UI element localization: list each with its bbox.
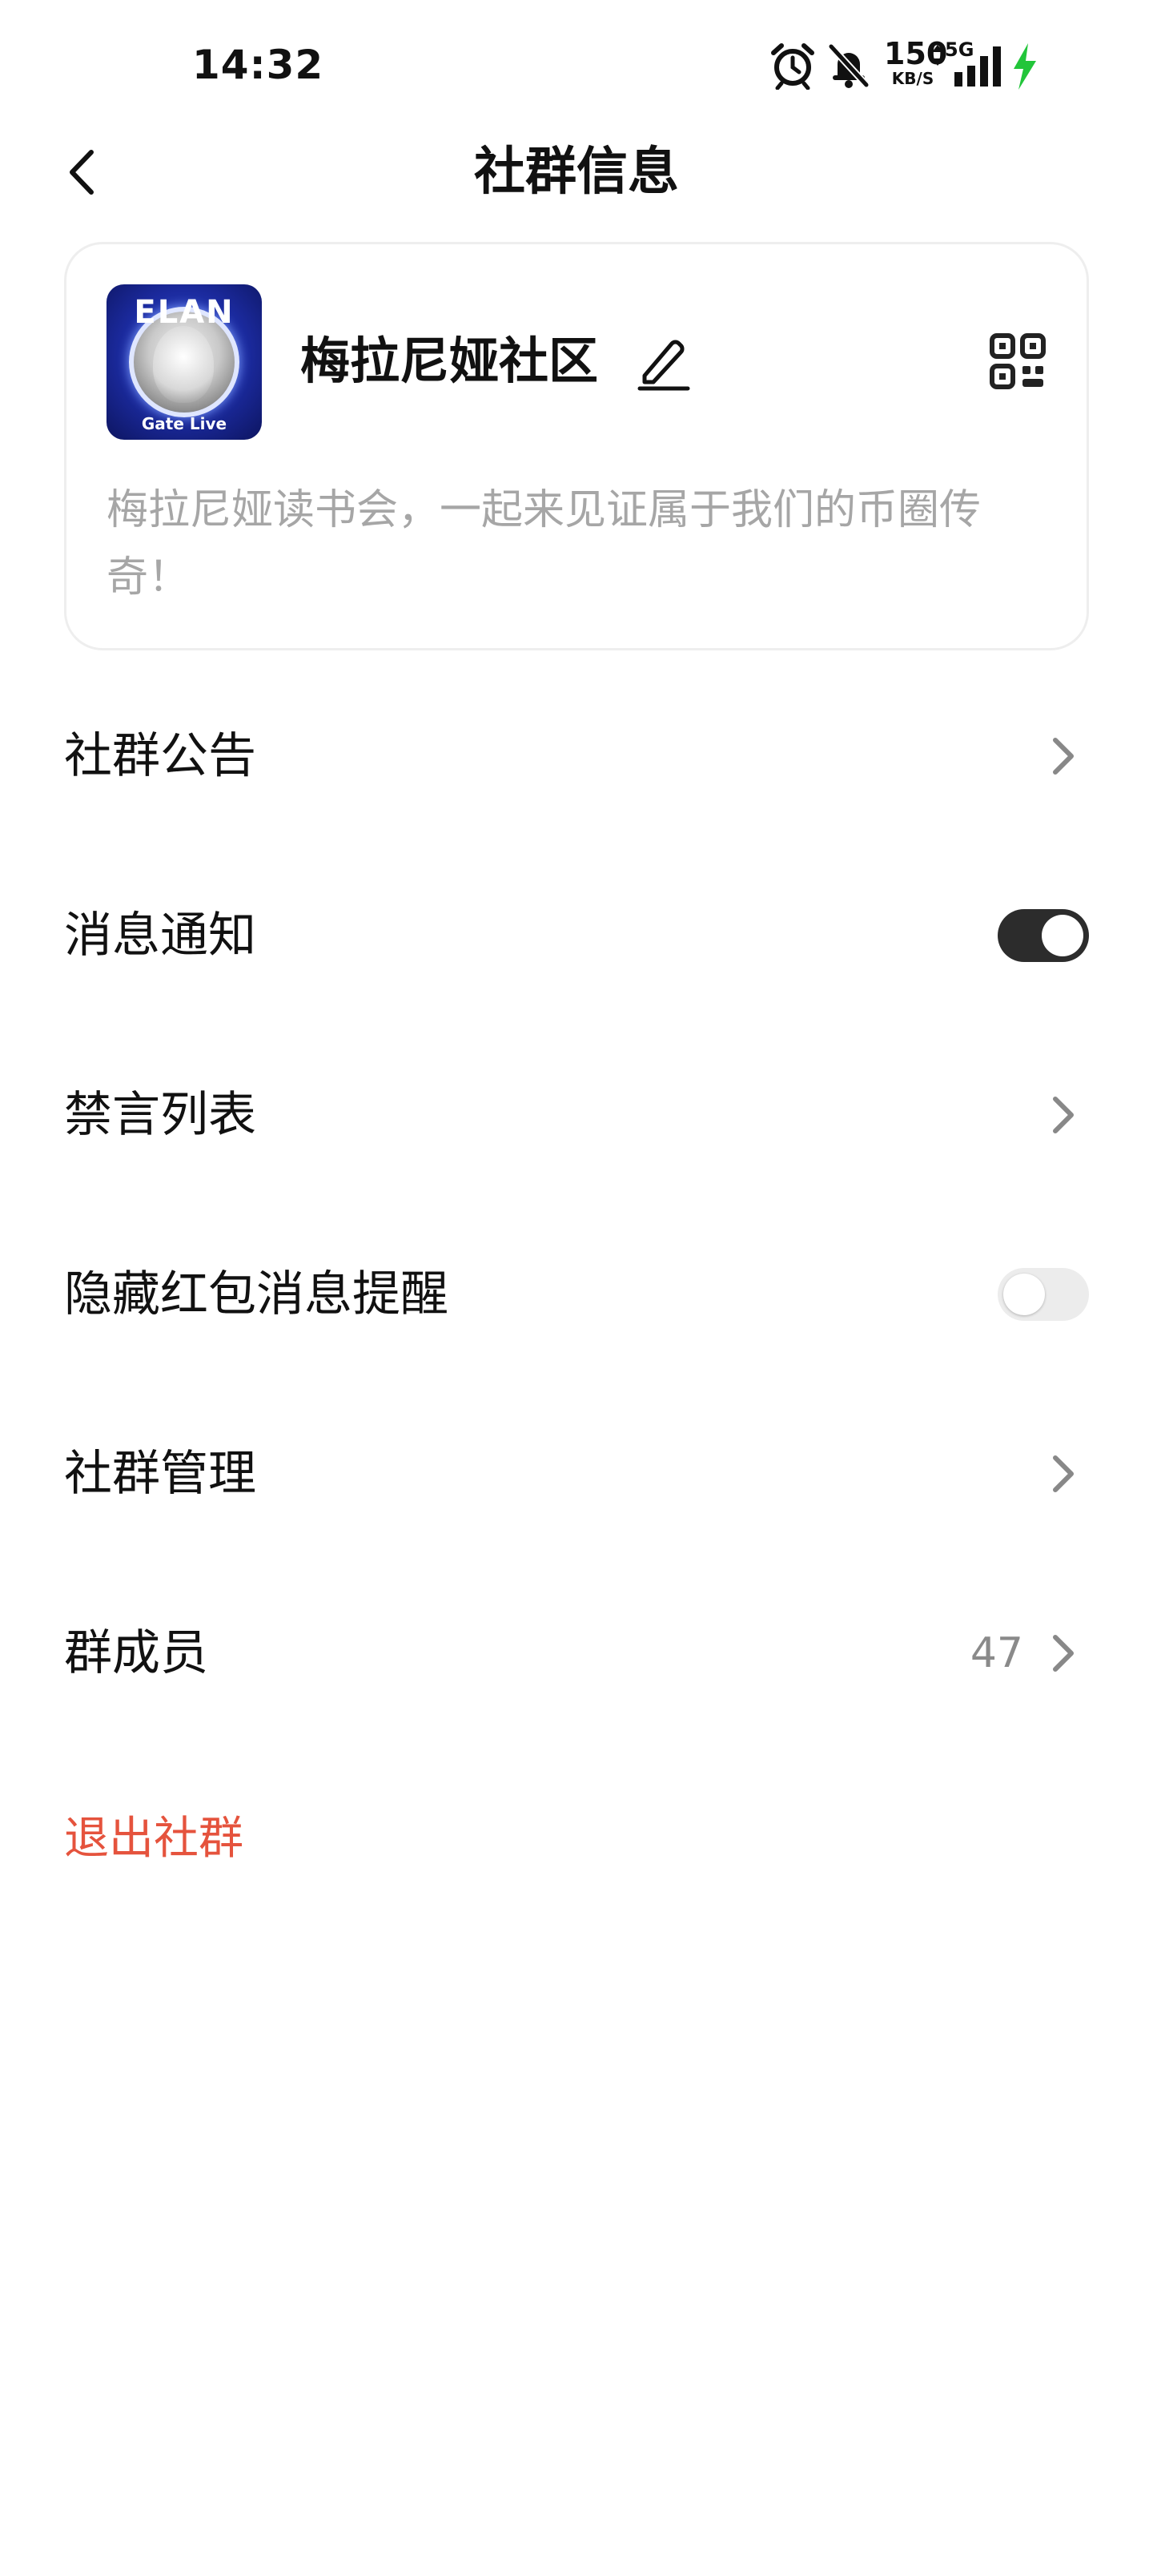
status-time: 14:32 xyxy=(192,42,324,88)
header: 社群信息 xyxy=(0,120,1153,224)
avatar-caption: Gate Live xyxy=(141,414,227,433)
community-name: 梅拉尼娅社区 xyxy=(300,332,599,390)
exit-community-button[interactable]: 退出社群 xyxy=(64,1794,243,1874)
menu-item-mute-list[interactable]: 禁言列表 xyxy=(64,1051,1089,1179)
qr-code-icon xyxy=(990,333,1046,389)
menu-item-label: 群成员 xyxy=(64,1625,208,1681)
exit-community-label: 退出社群 xyxy=(64,1812,243,1865)
qr-code-button[interactable] xyxy=(987,331,1048,392)
chevron-right-icon xyxy=(1053,1097,1074,1133)
avatar-logo-text: ELAN xyxy=(134,294,235,331)
menu-item-announcement[interactable]: 社群公告 xyxy=(64,692,1089,820)
menu-item-members[interactable]: 群成员 47 xyxy=(64,1589,1089,1717)
pencil-icon xyxy=(637,340,690,391)
menu-item-management[interactable]: 社群管理 xyxy=(64,1410,1089,1538)
member-count: 47 xyxy=(970,1629,1023,1677)
page-title: 社群信息 xyxy=(474,143,679,202)
chevron-right-icon xyxy=(1053,1455,1074,1492)
community-avatar[interactable]: ELAN Gate Live xyxy=(106,284,262,440)
charging-icon xyxy=(1010,43,1038,93)
data-arrows-icon xyxy=(930,43,945,70)
signal-icon xyxy=(953,46,1004,91)
menu-item-right xyxy=(1046,732,1089,780)
network-speed-unit: KB/S xyxy=(891,69,934,88)
edit-name-button[interactable] xyxy=(632,329,696,393)
notifications-toggle[interactable] xyxy=(998,909,1089,962)
avatar-portrait xyxy=(153,326,214,403)
menu-item-label: 社群管理 xyxy=(64,1446,256,1502)
status-bar: 14:32 150 KB/S 5G xyxy=(0,0,1153,120)
menu-item-right: 47 xyxy=(970,1629,1089,1677)
menu-item-label: 消息通知 xyxy=(64,908,256,964)
toggle-knob xyxy=(1003,1274,1045,1315)
menu-item-notifications: 消息通知 xyxy=(64,871,1089,1000)
menu-item-right xyxy=(1046,1091,1089,1139)
mute-bell-icon xyxy=(826,42,871,93)
chevron-right-icon xyxy=(1053,738,1074,775)
menu-item-hide-red-packet: 隐藏红包消息提醒 xyxy=(64,1230,1089,1358)
community-info-screen: 14:32 150 KB/S 5G 社群信息 ELAN Gate Live 梅拉… xyxy=(0,0,1153,2576)
menu-item-label: 禁言列表 xyxy=(64,1087,256,1143)
menu-item-right xyxy=(1046,1450,1089,1498)
menu-item-label: 隐藏红包消息提醒 xyxy=(64,1266,448,1322)
community-description: 梅拉尼娅读书会，一起来见证属于我们的币圈传奇！ xyxy=(106,486,982,602)
chevron-right-icon xyxy=(1053,1635,1074,1672)
toggle-knob xyxy=(1042,915,1083,956)
community-card: ELAN Gate Live 梅拉尼娅社区 梅拉尼娅读书会，一起来见证属于我们的… xyxy=(64,242,1089,650)
menu-item-label: 社群公告 xyxy=(64,728,256,784)
alarm-icon xyxy=(770,42,815,93)
hide-red-packet-toggle[interactable] xyxy=(998,1268,1089,1321)
